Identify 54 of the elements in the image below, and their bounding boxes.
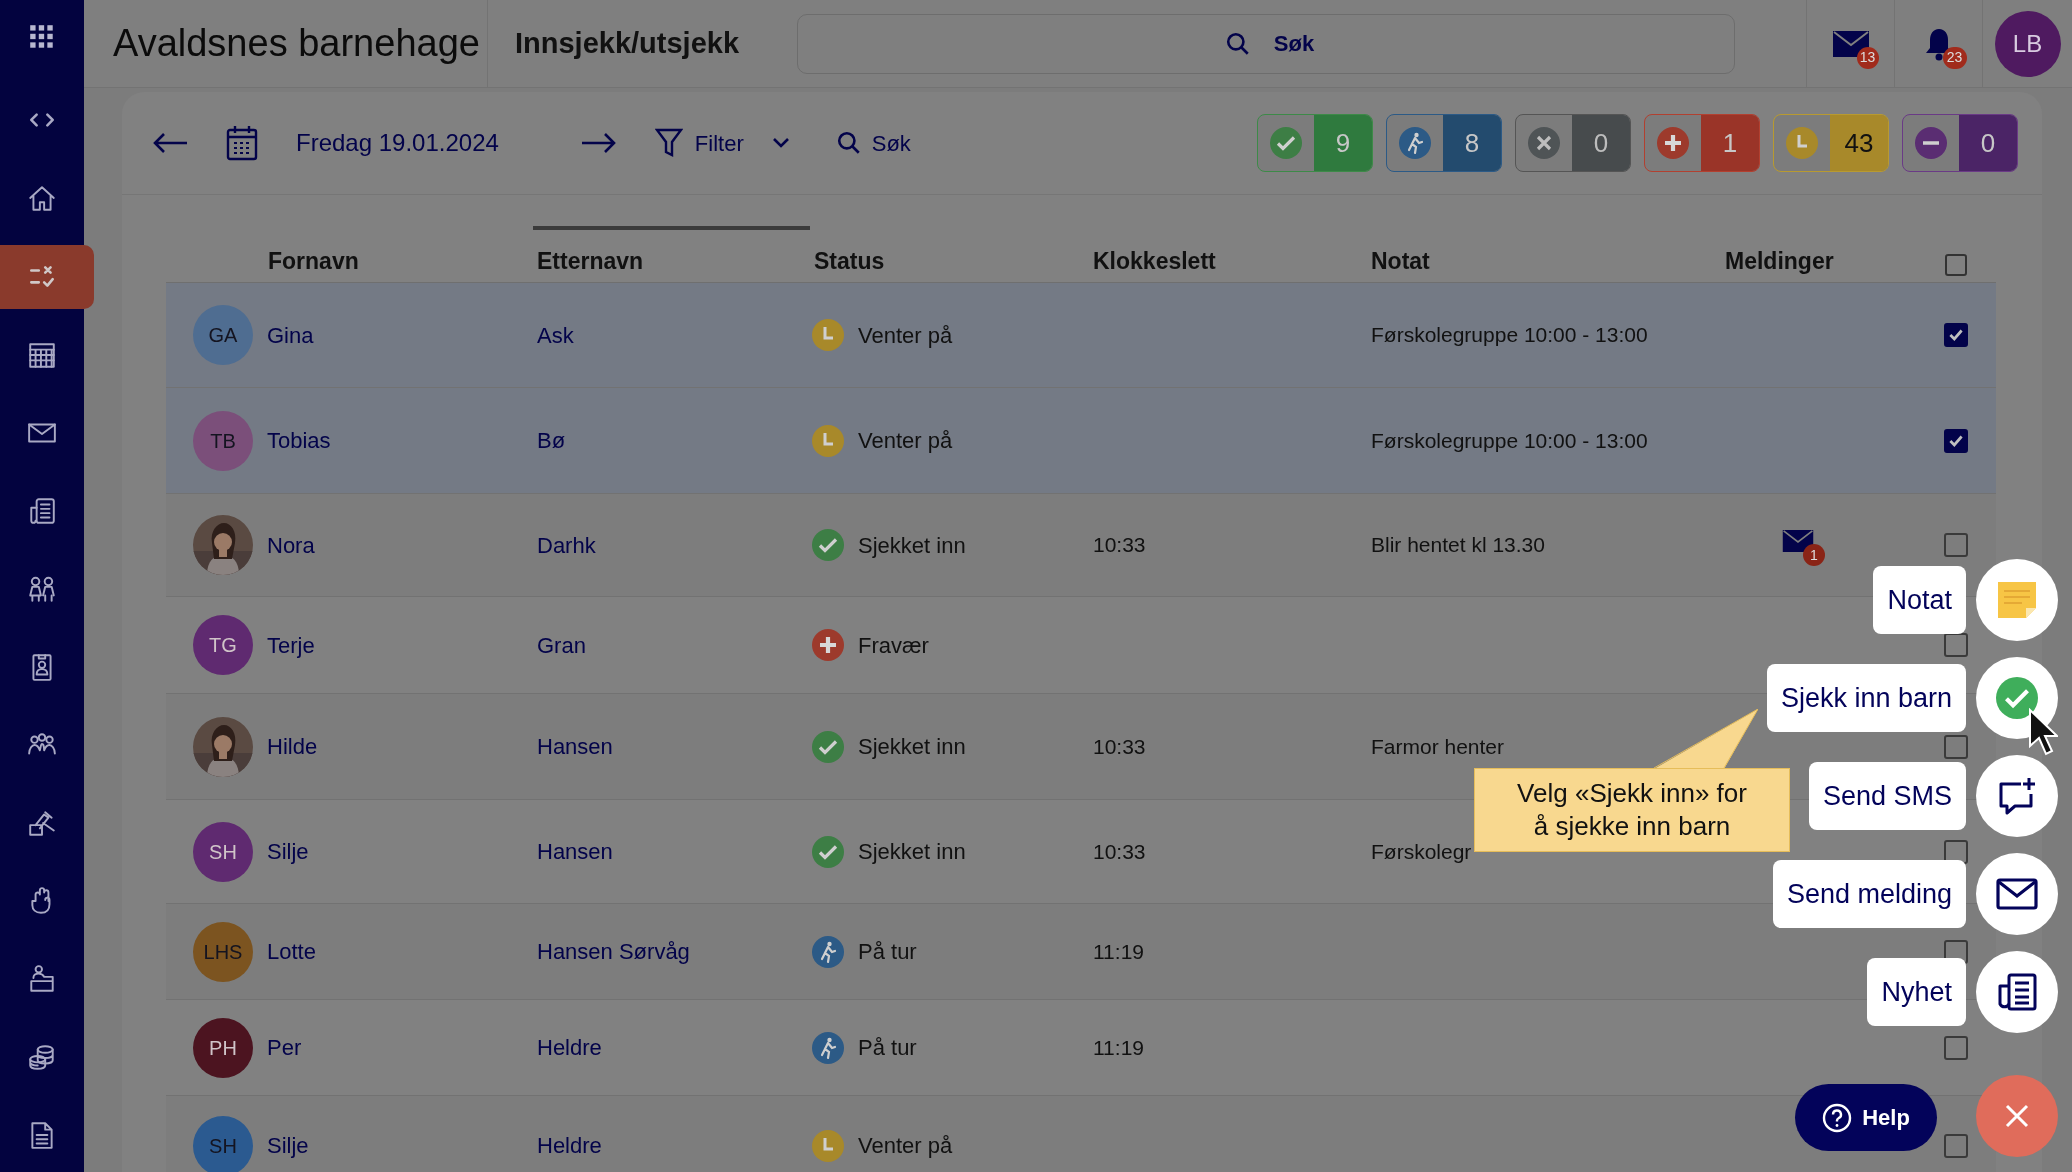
last-name: Hansen Sørvåg xyxy=(537,939,690,964)
note: Førskolegr xyxy=(1371,839,1472,863)
count-label: 8 xyxy=(1443,115,1501,171)
count-label: 43 xyxy=(1830,115,1888,171)
first-name: Lotte xyxy=(267,938,316,966)
time: 11:19 xyxy=(1093,939,1144,963)
first-name: Tobias xyxy=(267,427,331,455)
avatar: SH xyxy=(193,1115,253,1172)
note: Førskolegruppe 10:00 - 13:00 xyxy=(1371,428,1648,452)
first-name: Nora xyxy=(267,531,315,560)
avatar: TG xyxy=(193,615,253,675)
count-label: 1 xyxy=(1701,115,1759,171)
first-name: Per xyxy=(267,1034,302,1062)
time: 10:33 xyxy=(1093,533,1146,557)
count-label: 0 xyxy=(1959,115,2017,171)
last-name: Hansen xyxy=(537,734,613,759)
time: 10:33 xyxy=(1093,734,1146,758)
avatar: PH xyxy=(193,1017,253,1078)
page-title: Innsjekk/utsjekk xyxy=(515,26,740,59)
first-name: Silje xyxy=(267,1132,309,1160)
note: Førskolegruppe 10:00 - 13:00 xyxy=(1371,323,1648,347)
avatar: GA xyxy=(193,305,253,365)
count-label: 9 xyxy=(1314,115,1372,171)
time: 11:19 xyxy=(1093,1035,1144,1059)
last-name: Bø xyxy=(537,428,566,453)
status-label: Sjekket inn xyxy=(858,838,966,866)
first-name: Hilde xyxy=(267,733,318,761)
status-label: Venter på xyxy=(858,321,953,350)
status-label: Sjekket inn xyxy=(858,733,966,761)
last-name: Ask xyxy=(537,322,574,348)
status-label: Fravær xyxy=(858,631,929,660)
last-name: Hansen xyxy=(537,839,613,864)
first-name: Silje xyxy=(267,838,309,866)
note: Farmor henter xyxy=(1371,734,1505,758)
status-label: Venter på xyxy=(858,1132,953,1160)
last-name: Gran xyxy=(537,632,586,658)
note: Blir hentet kl 13.30 xyxy=(1371,533,1545,557)
last-name: Heldre xyxy=(537,1133,602,1158)
status-label: Sjekket inn xyxy=(858,531,966,560)
avatar: LHS xyxy=(193,921,253,982)
status-label: På tur xyxy=(858,938,917,966)
count-label: 0 xyxy=(1572,115,1630,171)
time: 10:33 xyxy=(1093,839,1146,863)
notification-count-badge: 23 xyxy=(1942,46,1967,69)
avatar: SH xyxy=(193,821,253,882)
first-name: Gina xyxy=(267,321,314,350)
status-label: På tur xyxy=(858,1034,917,1062)
app-title: Avaldsnes barnehage xyxy=(113,21,480,66)
last-name: Darhk xyxy=(537,532,596,558)
message-count-badge: 1 xyxy=(1803,544,1825,566)
first-name: Terje xyxy=(267,631,315,660)
avatar: TB xyxy=(193,410,253,471)
last-name: Heldre xyxy=(537,1035,602,1060)
status-label: Venter på xyxy=(858,427,953,455)
